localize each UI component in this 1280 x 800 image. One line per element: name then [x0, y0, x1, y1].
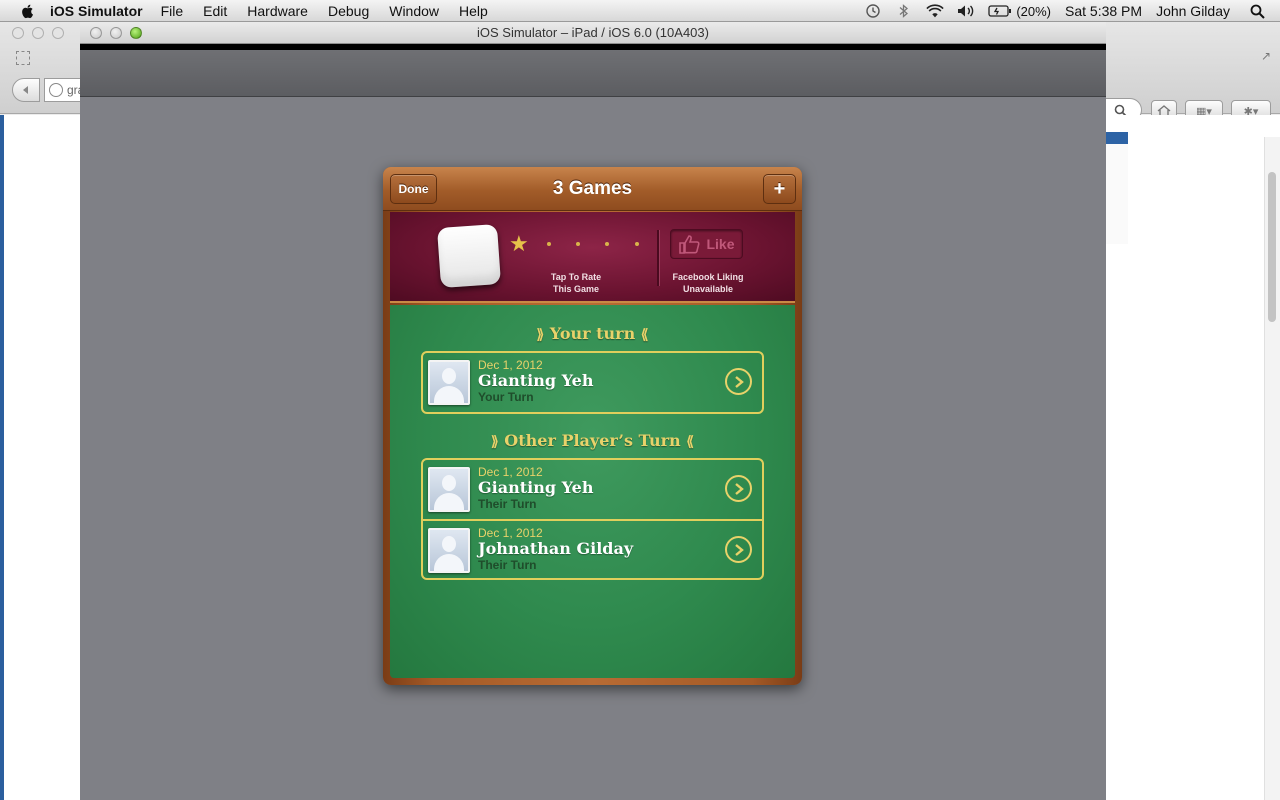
- like-label: Like: [706, 236, 735, 252]
- menu-file[interactable]: File: [161, 3, 184, 19]
- game-app-icon: [436, 223, 502, 289]
- game-date: Dec 1, 2012: [478, 526, 543, 540]
- close-button[interactable]: [90, 27, 102, 39]
- minimize-button[interactable]: [110, 27, 122, 39]
- panel-header: 3 Games Done +: [383, 167, 802, 211]
- globe-icon: [49, 83, 63, 97]
- chevron-right-icon[interactable]: [725, 475, 752, 502]
- empty-star-dot[interactable]: [576, 242, 580, 246]
- battery-percent: (20%): [1016, 3, 1052, 19]
- simulator-titlebar: iOS Simulator – iPad / iOS 6.0 (10A403): [80, 22, 1106, 44]
- menu-debug[interactable]: Debug: [328, 3, 369, 19]
- ornament-left-icon: ⟫: [536, 327, 545, 343]
- avatar-placeholder-icon: [428, 528, 470, 573]
- avatar-placeholder-icon: [428, 360, 470, 405]
- menu-hardware[interactable]: Hardware: [247, 3, 308, 19]
- ornament-right-icon: ⟪: [640, 327, 649, 343]
- section-title: Your turn: [549, 324, 636, 343]
- chevron-right-icon[interactable]: [725, 368, 752, 395]
- game-row[interactable]: Dec 1, 2012 Gianting Yeh Their Turn: [423, 460, 762, 519]
- ipad-screen: 3 Games Done + ★ Tap To Rate This Game L…: [80, 44, 1106, 800]
- game-date: Dec 1, 2012: [478, 465, 543, 479]
- page-left-edge: [0, 115, 4, 800]
- games-list: ⟫ Your turn ⟪ Dec 1, 2012 Gianting Yeh Y…: [390, 305, 795, 678]
- menu-window[interactable]: Window: [389, 3, 439, 19]
- rate-label-line1: Tap To Rate: [550, 272, 602, 282]
- tab-square-icon[interactable]: [16, 51, 30, 65]
- done-button[interactable]: Done: [390, 174, 437, 204]
- facebook-status-label: Facebook Liking Unavailable: [658, 271, 758, 295]
- ornament-left-icon: ⟫: [490, 434, 499, 450]
- game-center-panel: 3 Games Done + ★ Tap To Rate This Game L…: [383, 167, 802, 685]
- panel-title: 3 Games: [552, 178, 633, 199]
- back-arrow-icon: [23, 86, 28, 94]
- turn-status: Their Turn: [478, 558, 537, 572]
- wifi-icon[interactable]: [926, 3, 944, 19]
- page-blue-bar: [1104, 132, 1128, 144]
- mac-menubar: iOS Simulator File Edit Hardware Debug W…: [0, 0, 1280, 22]
- bluetooth-icon[interactable]: [895, 3, 913, 19]
- menubar-extras: (20%) Sat 5:38 PM John Gilday: [851, 0, 1280, 22]
- rate-label: Tap To Rate This Game: [536, 271, 616, 295]
- zoom-button[interactable]: [130, 27, 142, 39]
- time-machine-icon[interactable]: [864, 3, 882, 19]
- your-turn-group: Dec 1, 2012 Gianting Yeh Your Turn: [421, 351, 764, 414]
- opponent-name: Johnathan Gilday: [478, 539, 634, 558]
- panel-body: ★ Tap To Rate This Game Like Facebook Li…: [390, 212, 795, 678]
- volume-icon[interactable]: [957, 3, 975, 19]
- empty-star-dot[interactable]: [635, 242, 639, 246]
- section-title: Other Player’s Turn: [504, 431, 681, 450]
- browser-close-button[interactable]: [12, 27, 24, 39]
- spotlight-icon[interactable]: [1248, 3, 1266, 19]
- opponent-name: Gianting Yeh: [478, 478, 594, 497]
- section-header-other-turn: ⟫ Other Player’s Turn ⟪: [390, 431, 795, 450]
- page-right-pane: [1104, 144, 1128, 244]
- browser-minimize-button[interactable]: [32, 27, 44, 39]
- chevron-right-icon[interactable]: [725, 536, 752, 563]
- turn-status: Their Turn: [478, 497, 537, 511]
- star-icon[interactable]: ★: [509, 232, 529, 256]
- game-promo-banner: ★ Tap To Rate This Game Like Facebook Li…: [390, 212, 795, 303]
- menu-edit[interactable]: Edit: [203, 3, 227, 19]
- scrollbar-thumb[interactable]: [1268, 172, 1276, 322]
- avatar-placeholder-icon: [428, 467, 470, 512]
- menubar-clock[interactable]: Sat 5:38 PM: [1065, 3, 1142, 19]
- ornament-right-icon: ⟪: [686, 434, 695, 450]
- app-menu[interactable]: iOS Simulator: [50, 3, 143, 19]
- star-rating[interactable]: ★: [509, 232, 649, 256]
- menubar-user[interactable]: John Gilday: [1156, 3, 1230, 19]
- simulator-title: iOS Simulator – iPad / iOS 6.0 (10A403): [477, 25, 709, 40]
- ios-navigation-bar: [80, 50, 1106, 97]
- browser-zoom-button[interactable]: [52, 27, 64, 39]
- empty-star-dot[interactable]: [547, 242, 551, 246]
- turn-status: Your Turn: [478, 390, 534, 404]
- fullscreen-icon[interactable]: ↗: [1261, 49, 1275, 63]
- apple-icon[interactable]: [20, 3, 36, 19]
- add-game-button[interactable]: +: [763, 174, 796, 204]
- menu-help[interactable]: Help: [459, 3, 488, 19]
- game-row[interactable]: Dec 1, 2012 Johnathan Gilday Their Turn: [423, 519, 762, 578]
- opponent-name: Gianting Yeh: [478, 371, 594, 390]
- section-header-your-turn: ⟫ Your turn ⟪: [390, 324, 795, 343]
- empty-star-dot[interactable]: [605, 242, 609, 246]
- game-date: Dec 1, 2012: [478, 358, 543, 372]
- battery-icon[interactable]: [988, 3, 1012, 19]
- back-button[interactable]: [12, 78, 40, 102]
- thumbs-up-icon: [679, 235, 701, 254]
- fb-label-line2: Unavailable: [682, 284, 734, 294]
- facebook-like-button[interactable]: Like: [670, 229, 743, 259]
- rate-label-line2: This Game: [552, 284, 599, 294]
- game-row[interactable]: Dec 1, 2012 Gianting Yeh Your Turn: [423, 353, 762, 412]
- other-turn-group: Dec 1, 2012 Gianting Yeh Their Turn Dec …: [421, 458, 764, 580]
- fb-label-line1: Facebook Liking: [672, 272, 744, 282]
